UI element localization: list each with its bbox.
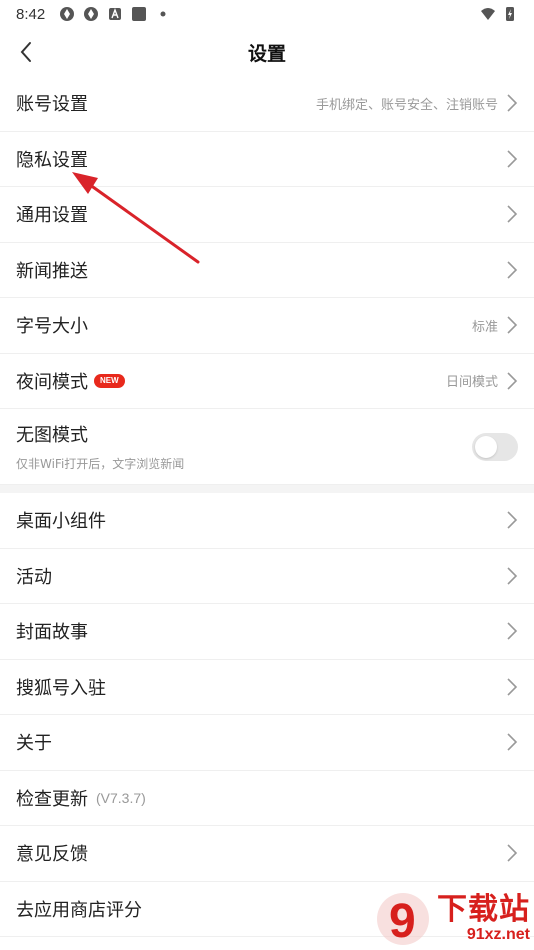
chevron-right-icon [507, 205, 518, 223]
row-subtitle: 仅非WiFi打开后，文字浏览新闻 [16, 457, 185, 471]
version-label: (V7.3.7) [96, 789, 146, 806]
row-label: 新闻推送 [16, 260, 88, 282]
row-label: 搜狐号入驻 [16, 677, 106, 699]
status-bar: 8:42 [0, 0, 534, 28]
back-arrow-icon [20, 42, 31, 62]
row-label: 去应用商店评分 [16, 899, 142, 921]
text-notification-icon [109, 8, 122, 20]
row-label: 桌面小组件 [16, 511, 106, 533]
settings-row-widget[interactable]: 桌面小组件 [0, 493, 534, 549]
settings-row-cover-story[interactable]: 封面故事 [0, 604, 534, 660]
chevron-right-icon [507, 261, 518, 279]
settings-row-about[interactable]: 关于 [0, 715, 534, 771]
chevron-right-icon [507, 316, 518, 334]
row-value: 手机绑定、账号安全、注销账号 [315, 97, 498, 113]
row-label: 夜间模式 [16, 371, 88, 393]
settings-row-general[interactable]: 通用设置 [0, 187, 534, 243]
app-notification-icon [60, 7, 75, 21]
chevron-right-icon [507, 567, 518, 585]
row-label: 检查更新 [16, 788, 88, 810]
chevron-right-icon [507, 678, 518, 696]
page-title: 设置 [247, 42, 286, 65]
row-label: 活动 [16, 566, 52, 588]
row-value: 标准 [471, 319, 498, 335]
row-label: 无图模式 [16, 425, 88, 446]
watermark-logo-text: 9 [389, 895, 416, 948]
settings-row-activity[interactable]: 活动 [0, 549, 534, 604]
settings-row-night-mode[interactable]: 夜间模式 NEW 日间模式 [0, 354, 534, 409]
row-label: 账号设置 [16, 94, 88, 116]
no-image-mode-toggle[interactable] [472, 432, 518, 461]
settings-list: 账号设置 手机绑定、账号安全、注销账号 隐私设置 通用设置 新闻推送 字号大小 … [0, 76, 534, 937]
watermark-sub-text: 91xz.net [466, 926, 530, 944]
settings-row-sohu-account[interactable]: 搜狐号入驻 [0, 660, 534, 715]
wifi-icon [481, 8, 495, 20]
watermark-logo-icon: 9 [377, 893, 429, 948]
header-bar: 设置 [0, 28, 534, 76]
row-label: 字号大小 [16, 316, 88, 338]
app-notification-icon [84, 7, 99, 21]
settings-row-no-image-mode: 无图模式 仅非WiFi打开后，文字浏览新闻 [0, 409, 534, 485]
row-label: 关于 [16, 733, 52, 755]
watermark-main-text: 下载站 [437, 892, 530, 927]
chevron-right-icon [507, 733, 518, 751]
watermark: 9 下载站 91xz.net [364, 888, 534, 950]
chevron-right-icon [507, 94, 518, 112]
chevron-right-icon [507, 511, 518, 529]
dot-icon [160, 11, 166, 17]
row-value: 日间模式 [445, 375, 498, 391]
status-time: 8:42 [16, 5, 46, 23]
square-notification-icon [132, 7, 147, 21]
row-label: 意见反馈 [16, 844, 88, 866]
settings-row-font-size[interactable]: 字号大小 标准 [0, 298, 534, 354]
settings-row-check-update[interactable]: 检查更新 (V7.3.7) [0, 771, 534, 826]
settings-row-push[interactable]: 新闻推送 [0, 243, 534, 298]
group-divider [0, 485, 534, 493]
settings-row-feedback[interactable]: 意见反馈 [0, 826, 534, 882]
back-button[interactable] [10, 36, 42, 68]
settings-row-privacy[interactable]: 隐私设置 [0, 132, 534, 187]
chevron-right-icon [507, 844, 518, 862]
row-label: 隐私设置 [16, 149, 88, 171]
chevron-right-icon [507, 150, 518, 168]
row-label: 通用设置 [16, 205, 88, 227]
new-badge: NEW [94, 373, 125, 388]
row-label: 封面故事 [16, 622, 88, 644]
toggle-knob [475, 435, 497, 458]
chevron-right-icon [507, 372, 518, 390]
chevron-right-icon [507, 622, 518, 640]
settings-row-account[interactable]: 账号设置 手机绑定、账号安全、注销账号 [0, 76, 534, 132]
battery-charging-icon [506, 7, 514, 21]
